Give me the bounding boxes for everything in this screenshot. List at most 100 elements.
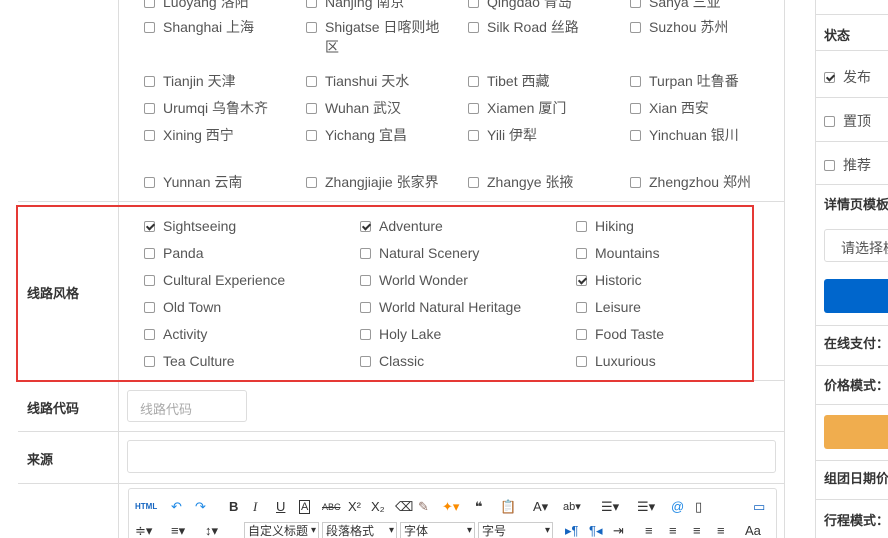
city-option-checkbox[interactable]: Yunnan 云南: [144, 172, 242, 192]
city-option-checkbox[interactable]: Yinchuan 银川: [630, 125, 739, 145]
sidebar-divider: [816, 14, 888, 15]
page-break-icon[interactable]: ▯: [695, 497, 702, 517]
checkbox-icon[interactable]: [630, 130, 641, 141]
checkbox-icon[interactable]: [306, 103, 317, 114]
city-option-checkbox[interactable]: Yili 伊犁: [468, 125, 537, 145]
city-option-checkbox[interactable]: Luoyang 洛阳: [144, 0, 249, 12]
checkbox-icon[interactable]: [144, 177, 155, 188]
publish-checkbox[interactable]: 发布: [824, 67, 871, 87]
city-option-checkbox[interactable]: Shigatse 日喀则地区: [306, 17, 440, 57]
checkbox-icon[interactable]: [306, 0, 317, 8]
subscript-icon[interactable]: X₂: [371, 497, 385, 517]
font-family-select[interactable]: 字体: [400, 522, 475, 538]
checkbox-icon[interactable]: [630, 177, 641, 188]
city-option-checkbox[interactable]: Zhengzhou 郑州: [630, 172, 751, 192]
recommend-check-icon[interactable]: [824, 160, 835, 171]
text-case-icon[interactable]: Aa: [745, 521, 761, 538]
strikethrough-icon[interactable]: ABC: [322, 497, 341, 517]
warning-action-button[interactable]: [824, 415, 888, 449]
bold-icon[interactable]: B: [229, 497, 238, 517]
font-color-icon[interactable]: A▾: [533, 497, 548, 517]
checkbox-icon[interactable]: [144, 76, 155, 87]
row-spacing-bottom-icon[interactable]: ≡▾: [171, 521, 185, 538]
highlight-color-icon[interactable]: ab▾: [563, 497, 581, 517]
checkbox-icon[interactable]: [468, 22, 479, 33]
city-option-checkbox[interactable]: Sanya 三亚: [630, 0, 721, 12]
checkbox-icon[interactable]: [144, 103, 155, 114]
rtl-icon[interactable]: ¶◂: [589, 521, 603, 538]
checkbox-icon[interactable]: [630, 22, 641, 33]
italic-icon[interactable]: I: [253, 497, 257, 517]
city-option-checkbox[interactable]: Yichang 宜昌: [306, 125, 407, 145]
align-right-icon[interactable]: ≡: [693, 521, 701, 538]
font-size-select[interactable]: 字号: [478, 522, 553, 538]
custom-title-select[interactable]: 自定义标题: [244, 522, 319, 538]
unordered-list-icon[interactable]: ☰▾: [637, 497, 655, 517]
primary-action-button[interactable]: [824, 279, 888, 313]
checkbox-icon[interactable]: [468, 177, 479, 188]
city-option-checkbox[interactable]: Zhangye 张掖: [468, 172, 573, 192]
city-option-checkbox[interactable]: Suzhou 苏州: [630, 17, 728, 37]
checkbox-icon[interactable]: [144, 22, 155, 33]
city-option-checkbox[interactable]: Wuhan 武汉: [306, 98, 401, 118]
city-option-checkbox[interactable]: Shanghai 上海: [144, 17, 254, 37]
checkbox-icon[interactable]: [630, 0, 641, 8]
route-style-highlight: [16, 205, 754, 382]
checkbox-icon[interactable]: [630, 103, 641, 114]
undo-icon[interactable]: ↶: [171, 497, 182, 517]
row-spacing-top-icon[interactable]: ≑▾: [135, 521, 152, 538]
checkbox-icon[interactable]: [630, 76, 641, 87]
city-option-checkbox[interactable]: Xiamen 厦门: [468, 98, 566, 118]
checkbox-icon[interactable]: [306, 22, 317, 33]
city-option-checkbox[interactable]: Qingdao 青岛: [468, 0, 572, 12]
indent-icon[interactable]: ⇥: [613, 521, 624, 538]
auto-format-icon[interactable]: ✦▾: [442, 497, 459, 517]
checkbox-icon[interactable]: [306, 177, 317, 188]
city-option-label: Silk Road 丝路: [487, 19, 579, 35]
city-option-checkbox[interactable]: Zhangjiajie 张家界: [306, 172, 440, 192]
checkbox-icon[interactable]: [468, 130, 479, 141]
blockquote-icon[interactable]: ❝: [475, 497, 483, 517]
city-option-label: Shanghai 上海: [163, 19, 255, 35]
top-check-icon[interactable]: [824, 116, 835, 127]
city-option-checkbox[interactable]: Turpan 吐鲁番: [630, 71, 739, 91]
align-left-icon[interactable]: ≡: [645, 521, 653, 538]
checkbox-icon[interactable]: [144, 0, 155, 8]
city-option-checkbox[interactable]: Tianjin 天津: [144, 71, 236, 91]
publish-check-icon[interactable]: [824, 72, 835, 83]
anchor-icon[interactable]: @: [671, 497, 684, 517]
city-option-checkbox[interactable]: Silk Road 丝路: [468, 17, 579, 37]
superscript-icon[interactable]: X²: [348, 497, 361, 517]
line-height-icon[interactable]: ↕▾: [205, 521, 218, 538]
city-option-checkbox[interactable]: Urumqi 乌鲁木齐: [144, 98, 268, 118]
source-input[interactable]: [127, 440, 776, 473]
format-painter-icon[interactable]: ✎: [418, 497, 429, 517]
checkbox-icon[interactable]: [468, 103, 479, 114]
city-option-checkbox[interactable]: Tibet 西藏: [468, 71, 550, 91]
paste-plain-icon[interactable]: 📋: [500, 497, 516, 517]
html-source-button[interactable]: HTML: [135, 497, 157, 517]
redo-icon[interactable]: ↷: [195, 497, 206, 517]
font-border-icon[interactable]: A: [299, 500, 311, 514]
align-justify-icon[interactable]: ≡: [717, 521, 725, 538]
route-code-input[interactable]: 线路代码: [127, 390, 247, 422]
checkbox-icon[interactable]: [306, 130, 317, 141]
eraser-icon[interactable]: ⌫: [395, 497, 413, 517]
underline-icon[interactable]: U: [276, 497, 285, 517]
paragraph-format-select[interactable]: 段落格式: [322, 522, 397, 538]
align-center-icon[interactable]: ≡: [669, 521, 677, 538]
checkbox-icon[interactable]: [306, 76, 317, 87]
checkbox-icon[interactable]: [468, 0, 479, 8]
checkbox-icon[interactable]: [468, 76, 479, 87]
checkbox-icon[interactable]: [144, 130, 155, 141]
ltr-icon[interactable]: ▸¶: [565, 521, 579, 538]
city-option-checkbox[interactable]: Xian 西安: [630, 98, 709, 118]
top-checkbox[interactable]: 置顶: [824, 111, 871, 131]
city-option-checkbox[interactable]: Xining 西宁: [144, 125, 234, 145]
fullscreen-icon[interactable]: ▭: [753, 497, 765, 517]
recommend-checkbox[interactable]: 推荐: [824, 155, 871, 175]
ordered-list-icon[interactable]: ☰▾: [601, 497, 619, 517]
template-select[interactable]: 请选择模板: [824, 229, 888, 262]
city-option-checkbox[interactable]: Tianshui 天水: [306, 71, 409, 91]
city-option-checkbox[interactable]: Nanjing 南京: [306, 0, 404, 12]
